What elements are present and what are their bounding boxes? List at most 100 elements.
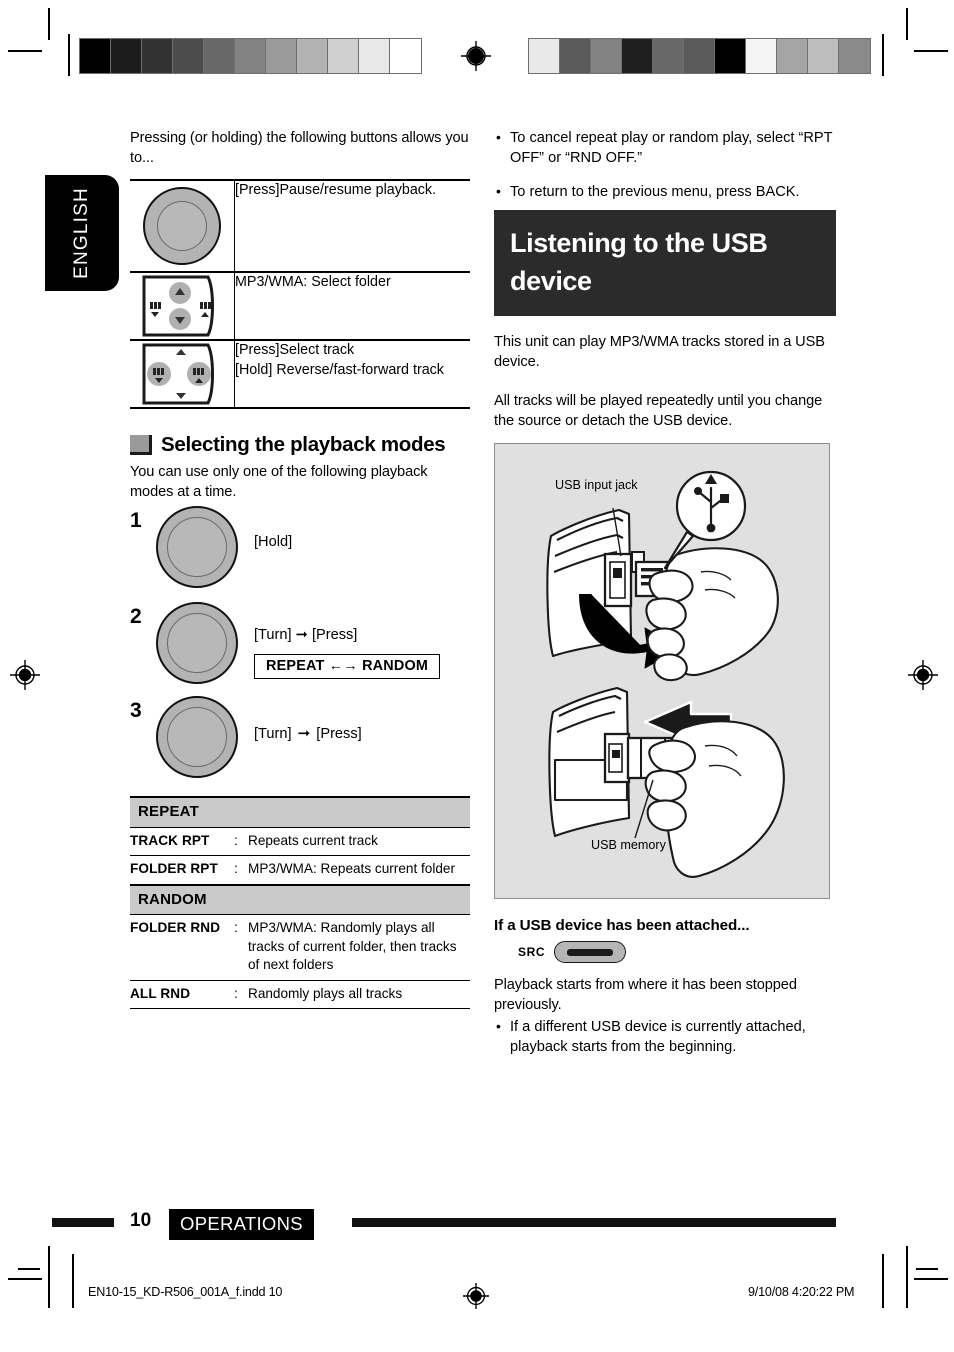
usb-paragraph-1: This unit can play MP3/WMA tracks stored… [494,334,825,370]
table-row: FOLDER RPT : MP3/WMA: Repeats current fo… [130,855,470,885]
section-banner-title: Listening to the USB device [494,210,836,316]
table-row: [Press]Select track [Hold] Reverse/fast-… [130,339,470,409]
usb-attached-heading: If a USB device has been attached... [494,917,750,934]
color-patch-6 [266,39,297,73]
color-bar-right-tick [882,34,884,76]
list-item: To cancel repeat play or random play, se… [494,127,836,168]
footer-dash-left [52,1218,114,1227]
color-patch-6 [715,39,746,73]
arrow-right-icon: ➞ [297,725,311,742]
print-timestamp: 9/10/08 4:20:22 PM [748,1285,855,1299]
src-button-bar [567,948,614,956]
mode-name: FOLDER RPT [130,855,234,885]
left-column: Pressing (or holding) the following butt… [130,128,470,1009]
step-action2-label: [Press] [311,627,358,643]
usb-input-jack-label: USB input jack [555,478,638,492]
color-patch-8 [777,39,808,73]
step-knob-wrap [156,506,254,588]
mode-description: MP3/WMA: Randomly plays all tracks of cu… [248,914,470,981]
four-way-pad-updown-icon-cell [130,271,235,340]
registration-target-icon-left [10,660,40,690]
page-number: 10 [130,1210,152,1231]
crop-mark-bottom-left-v2 [72,1254,74,1308]
language-tab-label: ENGLISH [71,187,92,279]
step-action: [Turn] ➞ [Press] [254,696,362,742]
usb-illustration: USB input jack USB memory [494,443,830,899]
step-action: [Hold] [254,506,292,550]
color-patch-4 [204,39,235,73]
src-button-icon [554,941,627,963]
mode-description: Randomly plays all tracks [248,980,470,1009]
usb-memory-label: USB memory [591,838,666,852]
button-function-text: [Press]Pause/resume playback. [234,179,470,272]
color-patch-3 [173,39,204,73]
table-row: FOLDER RND : MP3/WMA: Randomly plays all… [130,914,470,981]
four-way-pad-leftright-icon [138,341,226,407]
src-button-row: SRC [518,941,836,963]
playback-mode-table: REPEAT TRACK RPT : Repeats current track… [130,796,470,1009]
text-line: [Press]Select track [235,342,355,358]
crop-mark-right-edge [916,1268,938,1270]
usb-illustration-art [546,470,785,878]
crop-mark-bottom-left-v [48,1246,50,1308]
color-patch-5 [684,39,715,73]
rotary-knob-icon [156,602,238,684]
table-group-row: RANDOM [130,883,470,915]
usb-paragraph-3: Playback starts from where it has been s… [494,977,797,1013]
chapter-label: OPERATIONS [169,1209,314,1240]
mode-colon: : [234,827,248,856]
step-knob-wrap [156,602,254,684]
color-patch-1 [560,39,591,73]
table-row: TRACK RPT : Repeats current track [130,827,470,856]
crop-mark-top-right-h [914,50,948,52]
color-bar-left [79,38,422,74]
color-patch-10 [390,39,421,73]
table-row: MP3/WMA: Select folder [130,271,470,340]
step-number: 2 [130,605,142,628]
repeat-random-toggle-chip: REPEAT ←→ RANDOM [254,654,441,679]
footer-rule-right [352,1218,836,1227]
color-bar-right [528,38,871,74]
step-action-label: [Turn] [254,726,292,742]
step-action: [Turn] ➞ [Press] REPEAT ←→ RANDOM [254,602,441,679]
rotary-knob-icon-cell [130,179,235,272]
table-row: [Press]Pause/resume playback. [130,179,470,272]
right-column: To cancel repeat play or random play, se… [494,127,836,1071]
manual-page: ENGLISH Pressing (or holding) the follow… [0,0,954,1352]
list-item: If a different USB device is currently a… [494,1016,836,1057]
color-patch-9 [808,39,839,73]
step-action2-label: [Press] [316,726,362,742]
button-function-table: [Press]Pause/resume playback. MP3/WMA: S… [130,179,470,409]
button-function-text: MP3/WMA: Select folder [234,271,470,340]
four-way-pad-leftright-icon-cell [130,339,235,409]
mode-colon: : [234,914,248,981]
color-patch-0 [80,39,111,73]
group-label: REPEAT [130,796,470,828]
rotary-knob-icon [156,506,238,588]
color-patch-2 [142,39,173,73]
crop-mark-bottom-right-v [906,1246,908,1308]
text-line: [Press]Pause/resume playback. [235,182,437,198]
crop-mark-bottom-right-h [914,1278,948,1280]
color-patch-8 [328,39,359,73]
crop-mark-top-left-h [8,50,42,52]
table-row: ALL RND : Randomly plays all tracks [130,980,470,1009]
list-item: To return to the previous menu, press BA… [494,181,836,202]
rotary-knob-icon [143,187,221,265]
crop-mark-bottom-right-v2 [882,1254,884,1308]
text-line: [Hold] Reverse/fast-forward track [235,361,444,378]
language-tab: ENGLISH [45,175,119,291]
crop-mark-top-right-v [906,8,908,40]
section-bullet-square-icon [130,435,152,455]
color-bar-left-tick [68,34,70,76]
registration-target-icon-bottom [461,1281,491,1311]
color-patch-3 [622,39,653,73]
mode-name: ALL RND [130,980,234,1009]
section-intro-paragraph: You can use only one of the following pl… [130,464,428,500]
color-patch-10 [839,39,870,73]
color-patch-7 [297,39,328,73]
crop-mark-left-edge [18,1268,40,1270]
step-3: 3 [Turn] ➞ [Press] [130,696,470,778]
mode-description: MP3/WMA: Repeats current folder [248,855,470,885]
color-patch-0 [529,39,560,73]
